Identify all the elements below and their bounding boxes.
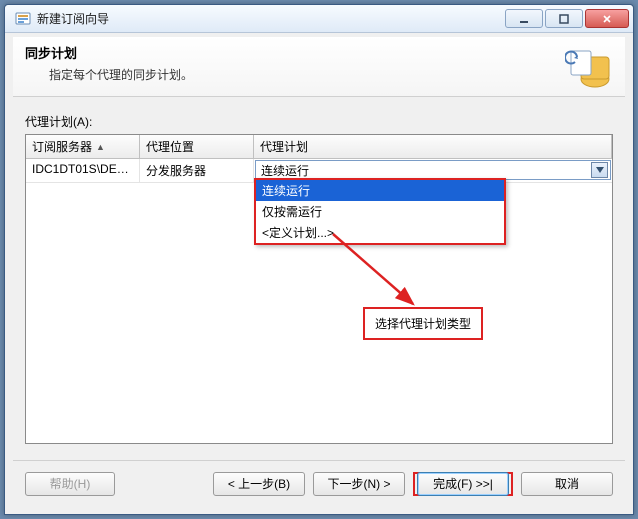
col-agent-schedule[interactable]: 代理计划 [254,135,612,158]
sync-icon [565,43,613,91]
option-on-demand[interactable]: 仅按需运行 [256,201,504,222]
cell-subscriber: IDC1DT01S\DEV... [26,159,140,182]
wizard-window: 新建订阅向导 同步计划 指定每个代理的同步计划。 代理计划(A): 订阅服务器 [4,4,634,515]
col-subscriber-label: 订阅服务器 [32,138,92,155]
wizard-footer: 帮助(H) < 上一步(B) 下一步(N) > 完成(F) >>| 取消 [13,460,625,506]
grid-label: 代理计划(A): [25,113,613,130]
grid-header: 订阅服务器 ▲ 代理位置 代理计划 [26,135,612,159]
body: 代理计划(A): 订阅服务器 ▲ 代理位置 代理计划 IDC1DT01S\DEV [13,97,625,444]
help-button[interactable]: 帮助(H) [25,472,115,496]
page-subtitle: 指定每个代理的同步计划。 [49,66,193,83]
col-subscriber[interactable]: 订阅服务器 ▲ [26,135,140,158]
titlebar[interactable]: 新建订阅向导 [5,5,633,33]
annotation-callout: 选择代理计划类型 [363,307,483,340]
app-icon [15,11,31,27]
close-button[interactable] [585,9,629,28]
client-area: 同步计划 指定每个代理的同步计划。 代理计划(A): 订阅服务器 ▲ 代理位置 [13,37,625,506]
window-title: 新建订阅向导 [37,10,505,27]
col-agent-location[interactable]: 代理位置 [140,135,254,158]
window-buttons [505,9,629,28]
col-agent-schedule-label: 代理计划 [260,138,308,155]
next-button[interactable]: 下一步(N) > [313,472,405,496]
agent-schedule-select[interactable]: 连续运行 [255,160,611,180]
chevron-down-icon [596,167,604,173]
agent-schedule-dropdown[interactable]: 连续运行 仅按需运行 <定义计划...> [254,178,506,245]
page-title: 同步计划 [25,43,193,62]
finish-button-highlight: 完成(F) >>| [413,472,513,496]
agent-schedule-grid: 订阅服务器 ▲ 代理位置 代理计划 IDC1DT01S\DEV... 分发服务器… [25,134,613,444]
sort-indicator-icon: ▲ [96,142,105,152]
maximize-button[interactable] [545,9,583,28]
option-define-schedule[interactable]: <定义计划...> [256,222,504,243]
wizard-header: 同步计划 指定每个代理的同步计划。 [13,37,625,97]
minimize-button[interactable] [505,9,543,28]
dropdown-button[interactable] [591,162,608,178]
col-agent-location-label: 代理位置 [146,138,194,155]
cancel-button[interactable]: 取消 [521,472,613,496]
agent-schedule-value: 连续运行 [261,162,591,179]
finish-button[interactable]: 完成(F) >>| [417,472,509,496]
cell-agent-location: 分发服务器 [140,159,254,182]
option-continuous[interactable]: 连续运行 [256,180,504,201]
back-button[interactable]: < 上一步(B) [213,472,305,496]
annotation-text: 选择代理计划类型 [375,317,471,331]
